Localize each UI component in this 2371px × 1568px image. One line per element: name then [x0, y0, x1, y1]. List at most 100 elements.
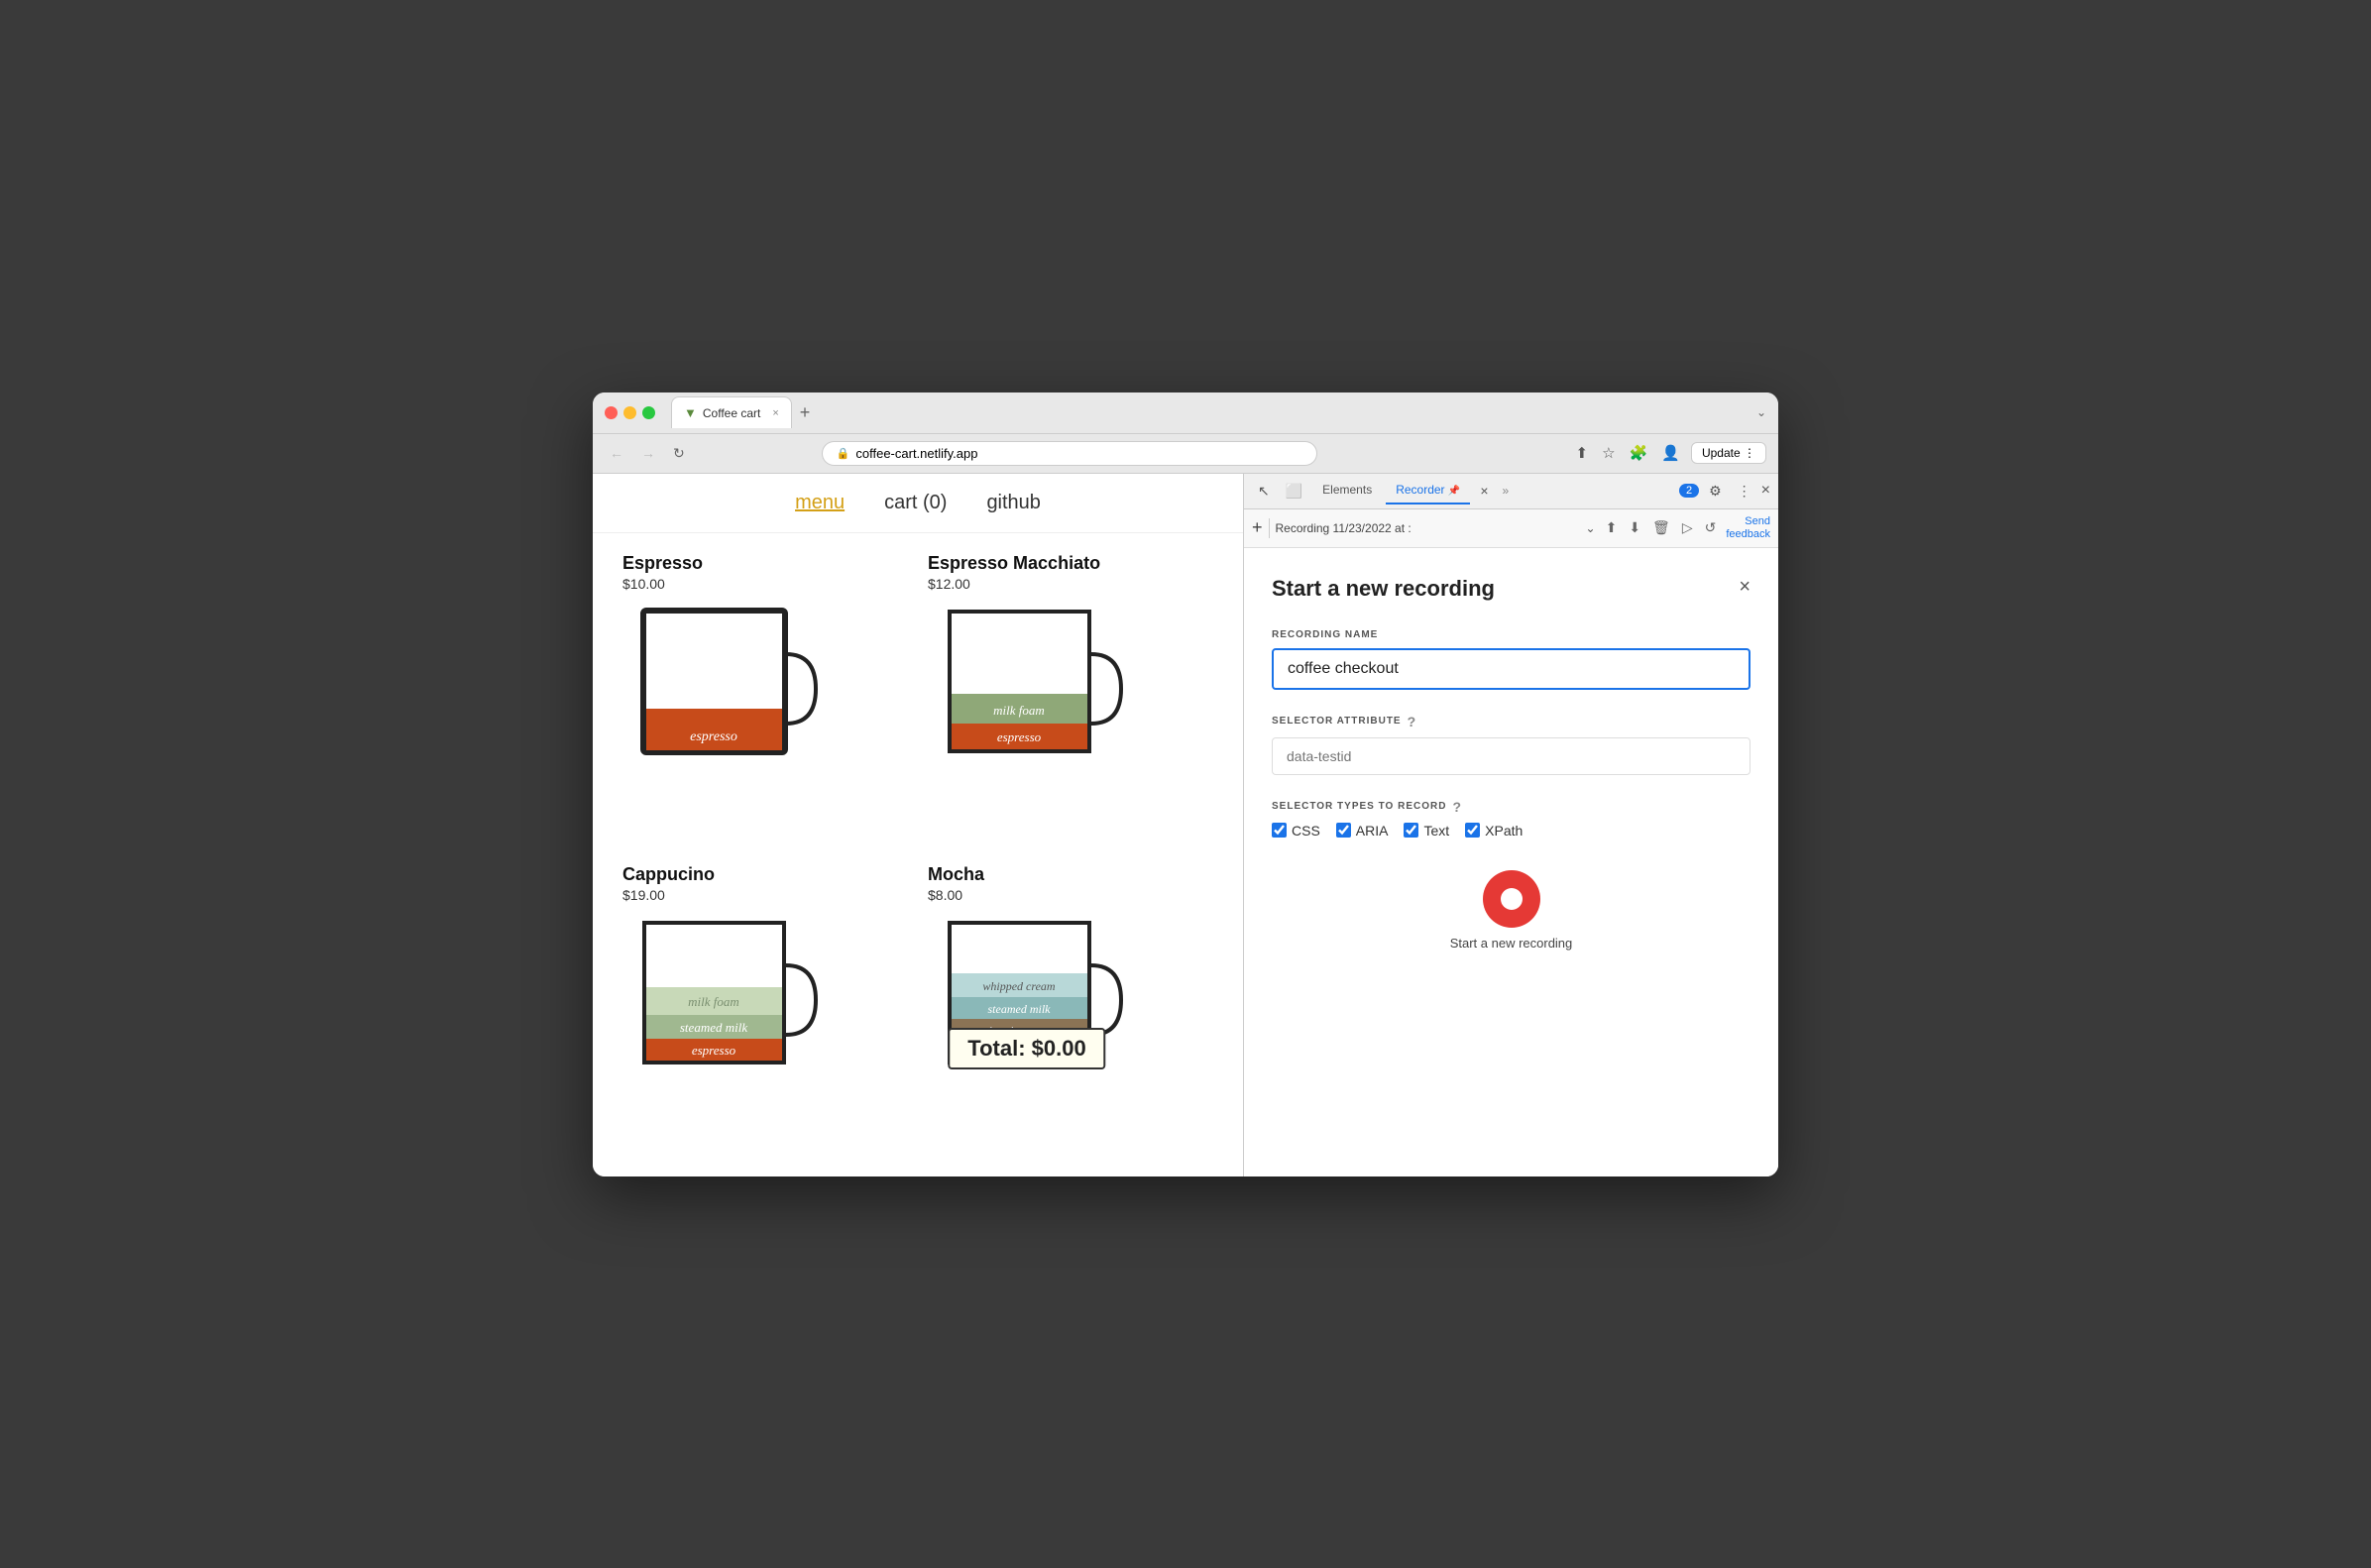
- recording-bar: + Recording 11/23/2022 at : ⌄ ⬆ ⬇ 🗑 ▷ ↺ …: [1244, 509, 1778, 548]
- fullscreen-traffic-light[interactable]: [642, 406, 655, 419]
- tab-elements[interactable]: Elements: [1312, 477, 1382, 504]
- dialog-header: Start a new recording ×: [1272, 576, 1750, 602]
- recording-divider: [1269, 518, 1270, 538]
- aria-checkbox[interactable]: [1336, 823, 1351, 838]
- toolbar-right: ⬆ ☆ 🧩 👤 Update ⋮: [1573, 441, 1766, 465]
- recording-name-display: Recording 11/23/2022 at :: [1276, 521, 1580, 535]
- coffee-item-cappucino[interactable]: Cappucino $19.00 milk foam: [622, 864, 908, 1157]
- css-checkbox[interactable]: [1272, 823, 1287, 838]
- selector-attr-label: SELECTOR ATTRIBUTE ?: [1272, 714, 1750, 729]
- xpath-checkbox[interactable]: [1465, 823, 1480, 838]
- tab-close-btn[interactable]: ×: [772, 407, 778, 419]
- devtools-responsive-icon[interactable]: ⬜: [1280, 479, 1308, 504]
- nav-cart-link[interactable]: cart (0): [884, 492, 947, 514]
- macchiato-price: $12.00: [928, 576, 1213, 592]
- address-bar: ← → ↻ 🔒 coffee-cart.netlify.app ⬆ ☆ 🧩 👤 …: [593, 434, 1778, 474]
- selector-types-help-icon[interactable]: ?: [1452, 799, 1462, 815]
- recording-name-label: RECORDING NAME: [1272, 629, 1750, 640]
- url-display: coffee-cart.netlify.app: [855, 446, 977, 461]
- new-tab-button[interactable]: +: [792, 402, 819, 423]
- aria-checkbox-item[interactable]: ARIA: [1336, 823, 1389, 839]
- title-bar: ▼ Coffee cart × + ⌄: [593, 392, 1778, 434]
- update-button[interactable]: Update ⋮: [1691, 442, 1766, 464]
- forward-button[interactable]: →: [636, 443, 660, 463]
- nav-menu-link[interactable]: menu: [795, 492, 845, 514]
- nav-github-link[interactable]: github: [986, 492, 1041, 514]
- share-icon[interactable]: ⬆: [1573, 441, 1592, 465]
- start-recording-btn[interactable]: [1483, 870, 1540, 928]
- dialog-close-btn[interactable]: ×: [1739, 576, 1750, 599]
- recording-play-btn[interactable]: ▷: [1678, 517, 1697, 538]
- svg-text:whipped cream: whipped cream: [982, 979, 1056, 993]
- recording-action-buttons: ⬆ ⬇ 🗑 ▷ ↺: [1602, 517, 1721, 538]
- svg-text:espresso: espresso: [997, 729, 1042, 744]
- active-tab[interactable]: ▼ Coffee cart ×: [671, 396, 792, 428]
- selector-attr-help-icon[interactable]: ?: [1408, 714, 1417, 729]
- dialog-title: Start a new recording: [1272, 576, 1495, 602]
- dialog-area: Start a new recording × RECORDING NAME S…: [1244, 548, 1778, 1176]
- main-area: menu cart (0) github Espresso $10.00: [593, 474, 1778, 1176]
- coffee-grid: Espresso $10.00 espresso: [593, 533, 1243, 1176]
- text-checkbox[interactable]: [1404, 823, 1418, 838]
- site-nav: menu cart (0) github: [593, 474, 1243, 533]
- refresh-button[interactable]: ↻: [668, 443, 690, 464]
- browser-content: menu cart (0) github Espresso $10.00: [593, 474, 1243, 1176]
- more-tabs-icon[interactable]: »: [1499, 484, 1514, 498]
- close-traffic-light[interactable]: [605, 406, 618, 419]
- coffee-item-espresso[interactable]: Espresso $10.00 espresso: [622, 553, 908, 845]
- mocha-name: Mocha: [928, 864, 1213, 885]
- macchiato-name: Espresso Macchiato: [928, 553, 1213, 574]
- cappucino-price: $19.00: [622, 887, 908, 903]
- mocha-price: $8.00: [928, 887, 1213, 903]
- minimize-traffic-light[interactable]: [623, 406, 636, 419]
- tab-recorder[interactable]: Recorder 📌: [1386, 477, 1470, 504]
- devtools-settings-icon[interactable]: ⚙: [1703, 479, 1728, 504]
- recording-name-input[interactable]: [1272, 648, 1750, 690]
- profile-icon[interactable]: 👤: [1658, 441, 1683, 465]
- cappucino-name: Cappucino: [622, 864, 908, 885]
- record-action-area: Start a new recording: [1272, 870, 1750, 951]
- total-overlay: Total: $0.00: [948, 1028, 1105, 1069]
- lock-icon: 🔒: [837, 447, 850, 460]
- devtools-close-tab-btn[interactable]: ×: [1474, 479, 1494, 503]
- tab-favicon: ▼: [684, 405, 697, 420]
- text-checkbox-item[interactable]: Text: [1404, 823, 1449, 839]
- espresso-price: $10.00: [622, 576, 908, 592]
- recording-dropdown-chevron[interactable]: ⌄: [1586, 521, 1596, 535]
- recording-replay-btn[interactable]: ↺: [1701, 517, 1721, 538]
- traffic-lights: [605, 406, 655, 419]
- selector-types-row: CSS ARIA Text XPath: [1272, 823, 1750, 839]
- coffee-item-macchiato[interactable]: Espresso Macchiato $12.00 milk foam: [928, 553, 1213, 845]
- xpath-checkbox-item[interactable]: XPath: [1465, 823, 1523, 839]
- selector-attr-input[interactable]: [1272, 737, 1750, 775]
- send-feedback-link[interactable]: Sendfeedback: [1726, 515, 1770, 541]
- extension-icon[interactable]: 🧩: [1627, 441, 1651, 465]
- svg-text:steamed milk: steamed milk: [988, 1002, 1052, 1016]
- cappucino-cup: milk foam steamed milk espresso: [622, 911, 821, 1079]
- record-btn-inner: [1501, 888, 1523, 910]
- recording-add-btn[interactable]: +: [1252, 517, 1263, 538]
- tab-title: Coffee cart: [703, 406, 760, 420]
- recording-delete-btn[interactable]: 🗑: [1648, 517, 1674, 538]
- devtools-cursor-icon[interactable]: ↖: [1252, 479, 1276, 504]
- address-input[interactable]: 🔒 coffee-cart.netlify.app: [822, 441, 1317, 466]
- devtools-badge: 2: [1679, 484, 1699, 498]
- devtools-close-btn[interactable]: ×: [1761, 482, 1770, 500]
- selector-types-label: SELECTOR TYPES TO RECORD ?: [1272, 799, 1750, 815]
- svg-text:milk foam: milk foam: [993, 703, 1045, 718]
- svg-text:milk foam: milk foam: [688, 994, 739, 1009]
- devtools-right-controls: 2 ⚙ ⋮ ×: [1679, 479, 1770, 504]
- recording-download-btn[interactable]: ⬇: [1625, 517, 1644, 538]
- tab-area: ▼ Coffee cart × +: [671, 396, 1749, 428]
- recording-upload-btn[interactable]: ⬆: [1602, 517, 1622, 538]
- bookmark-icon[interactable]: ☆: [1599, 441, 1618, 465]
- start-recording-label: Start a new recording: [1450, 936, 1573, 951]
- css-checkbox-item[interactable]: CSS: [1272, 823, 1320, 839]
- coffee-item-mocha[interactable]: Mocha $8.00 whipped cream: [928, 864, 1213, 1157]
- devtools-more-icon[interactable]: ⋮: [1732, 479, 1757, 504]
- devtools-panel: ↖ ⬜ Elements Recorder 📌 × » 2 ⚙ ⋮ × +: [1243, 474, 1778, 1176]
- devtools-tabs-bar: ↖ ⬜ Elements Recorder 📌 × » 2 ⚙ ⋮ ×: [1244, 474, 1778, 509]
- espresso-name: Espresso: [622, 553, 908, 574]
- mocha-cup: whipped cream steamed milk chocolate syr…: [928, 911, 1126, 1079]
- back-button[interactable]: ←: [605, 443, 628, 463]
